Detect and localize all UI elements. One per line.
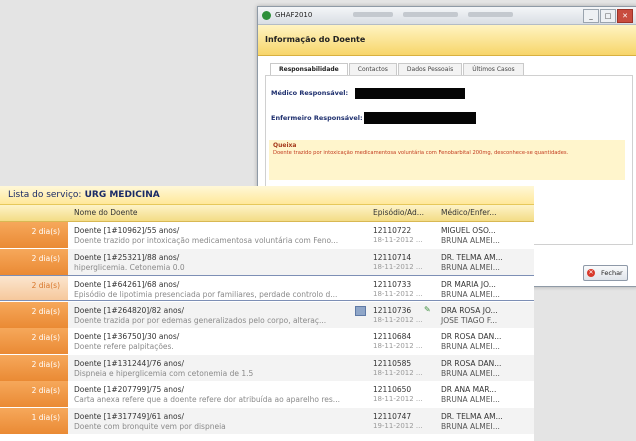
column-header: Nome do Doente Episódio/Ad... Médico/Enf… [0,205,534,222]
patient-name: Doente [1#64261]/68 anos/ [74,280,180,289]
episode-number: 12110736 [373,305,412,315]
app-icon [262,11,271,20]
list-title: Lista do serviço: URG MEDICINA [0,186,534,205]
document-icon[interactable] [355,305,366,316]
patient-name: Doente [1#131244]/76 anos/ [74,358,185,368]
table-row[interactable]: 2 dia(s) Doente [1#25321]/88 anos/hipergl… [0,248,534,275]
tab-contactos[interactable]: Contactos [348,63,397,75]
days-badge: 2 dia(s) [0,276,68,300]
episode-date: 18-11-2012 ... [373,395,423,403]
tab-dados-pessoais[interactable]: Dados Pessoais [397,63,463,75]
doctor-name: MIGUEL OSO... [441,226,496,235]
queixa-box: Queixa Doente trazido por intoxicação me… [269,140,625,180]
episode-number: 12110747 [373,411,412,421]
patient-name: Doente [1#264820]/82 anos/ [74,305,185,315]
table-row[interactable]: 2 dia(s) Doente [1#64261]/68 anos/Episódi… [0,275,534,301]
service-list: Lista do serviço: URG MEDICINA Nome do D… [0,186,534,441]
redacted-medico [355,88,465,99]
patient-complaint: Episódio de lipotimia presenciada por fa… [74,290,338,299]
patient-complaint: Doente com bronquite vem por dispneia [74,421,226,431]
blurred-text [403,12,458,17]
table-row[interactable]: 2 dia(s) Doente [1#36750]/30 anos/Doente … [0,328,534,354]
fechar-button[interactable]: ✕ Fechar [583,265,628,281]
episode-date: 18-11-2012 ... [373,368,423,377]
nurse-name: BRUNA ALMEI... [441,236,500,245]
patient-name: Doente [1#207799]/75 anos/ [74,385,185,394]
days-badge: 1 dia(s) [0,407,68,434]
days-badge: 2 dia(s) [0,301,68,328]
doctor-name: DR ANA MAR... [441,385,497,394]
patient-name: Doente [1#317749]/61 anos/ [74,411,185,421]
window-title: GHAF2010 [275,11,313,19]
list-title-label: Lista do serviço: [8,190,82,200]
nurse-name: BRUNA ALMEI... [441,262,500,272]
attachment-icon[interactable]: ✎ [424,305,432,314]
nurse-name: BRUNA ALMEI... [441,421,500,431]
episode-number: 12110585 [373,358,412,368]
episode-date: 18-11-2012 ... [373,315,423,324]
tab-ultimos-casos[interactable]: Últimos Casos [463,63,524,75]
close-window-button[interactable]: ✕ [617,9,633,23]
nurse-name: BRUNA ALMEI... [441,368,500,378]
table-row[interactable]: 2 dia(s) Doente [1#264820]/82 anos/Doente… [0,301,534,328]
doctor-name: DR. TELMA AM... [441,411,503,421]
window-titlebar[interactable]: GHAF2010 _ □ ✕ [258,7,636,25]
queixa-text: Doente trazido por intoxicação medicamen… [273,150,569,156]
list-title-value: URG MEDICINA [84,190,160,200]
enfermeiro-label: Enfermeiro Responsável: [271,114,363,122]
table-row[interactable]: 2 dia(s) Doente [1#131244]/76 anos/Dispne… [0,354,534,381]
column-medico[interactable]: Médico/Enfer... [441,205,496,221]
medico-label: Médico Responsável: [271,89,349,97]
doctor-name: DRA ROSA JO... [441,305,498,315]
episode-date: 18-11-2012 ... [373,290,423,298]
blurred-text [353,12,393,17]
days-badge: 2 dia(s) [0,381,68,407]
episode-date: 19-11-2012 ... [373,421,423,430]
episode-date: 18-11-2012 ... [373,262,423,271]
close-icon: ✕ [587,269,595,277]
episode-number: 12110650 [373,385,412,394]
patient-complaint: Doente trazido por intoxicação medicamen… [74,236,339,245]
blurred-text [468,12,513,17]
doctor-name: DR ROSA DAN... [441,332,502,341]
doctor-name: DR. TELMA AM... [441,252,503,262]
maximize-button[interactable]: □ [600,9,616,23]
table-row[interactable]: 1 dia(s) Doente [1#317749]/61 anos/Doente… [0,407,534,434]
minimize-button[interactable]: _ [583,9,599,23]
nurse-name: BRUNA ALMEI... [441,395,500,404]
window-header: Informação do Doente [258,25,636,56]
nurse-name: BRUNA ALMEI... [441,342,500,351]
days-badge: 2 dia(s) [0,354,68,381]
patient-complaint: Dispneia e hiperglicemia com cetonemia d… [74,368,254,378]
episode-number: 12110714 [373,252,412,262]
episode-number: 12110722 [373,226,412,235]
table-row[interactable]: 2 dia(s) Doente [1#207799]/75 anos/Carta … [0,381,534,407]
column-episodio[interactable]: Episódio/Ad... [373,205,424,221]
episode-number: 12110684 [373,332,412,341]
column-nome[interactable]: Nome do Doente [74,205,138,221]
redacted-enfermeiro [364,112,476,124]
fechar-label: Fechar [601,269,623,277]
nurse-name: BRUNA ALMEI... [441,290,500,299]
patient-complaint: Doente refere palpitações. [74,342,174,351]
episode-date: 18-11-2012 ... [373,342,423,350]
patient-name: Doente [1#25321]/88 anos/ [74,252,180,262]
patient-complaint: Carta anexa refere que a doente refere d… [74,395,340,404]
days-badge: 2 dia(s) [0,248,68,275]
doctor-name: DR MARIA JO... [441,280,496,289]
days-badge: 2 dia(s) [0,328,68,354]
table-row[interactable]: 2 dia(s) Doente [1#10962]/55 anos/Doente … [0,222,534,248]
patient-complaint: Doente trazida por por edemas generaliza… [74,315,327,325]
tab-responsabilidade[interactable]: Responsabilidade [270,63,348,75]
tab-bar: Responsabilidade Contactos Dados Pessoai… [270,63,525,75]
days-badge: 2 dia(s) [0,222,68,248]
patient-complaint: hiperglicemia. Cetonemia 0.0 [74,262,185,272]
doctor-name: DR ROSA DAN... [441,358,502,368]
episode-date: 18-11-2012 ... [373,236,423,244]
patient-name: Doente [1#36750]/30 anos/ [74,332,180,341]
nurse-name: JOSE TIAGO F... [441,315,498,325]
episode-number: 12110733 [373,280,412,289]
queixa-label: Queixa [273,142,297,149]
patient-name: Doente [1#10962]/55 anos/ [74,226,180,235]
